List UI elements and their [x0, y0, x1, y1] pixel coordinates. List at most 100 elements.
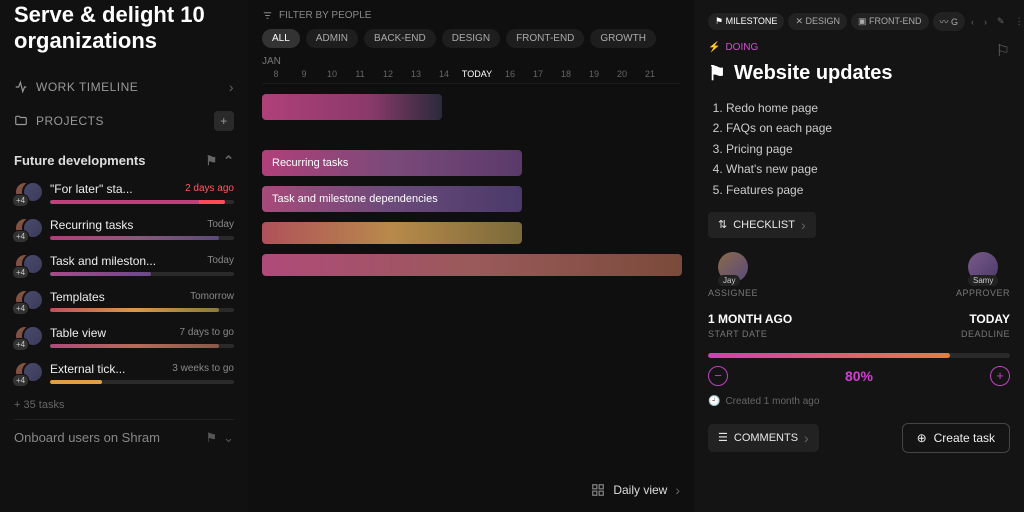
tag-design[interactable]: ✕ DESIGN	[788, 13, 847, 30]
filter-chip[interactable]: DESIGN	[442, 29, 500, 48]
task-name: "For later" sta...	[50, 182, 133, 196]
more-icon[interactable]: ⋮	[1013, 14, 1024, 29]
date-cell[interactable]: 21	[636, 69, 664, 79]
assignee-role: ASSIGNEE	[708, 288, 758, 298]
gantt-bar[interactable]	[262, 94, 442, 120]
checklist-item: What's new page	[726, 159, 1010, 179]
date-cell[interactable]: 10	[318, 69, 346, 79]
progress-increase-button[interactable]: +	[990, 366, 1010, 386]
date-cell[interactable]: TODAY	[458, 69, 496, 79]
task-row[interactable]: +4 External tick...3 weeks to go	[14, 355, 234, 391]
task-time: Today	[207, 219, 234, 230]
project-header[interactable]: Future developments ⚑ ⌃	[14, 147, 234, 175]
detail-title: Website updates	[734, 62, 893, 85]
avatar-stack: +4	[14, 217, 42, 241]
date-cell[interactable]: 16	[496, 69, 524, 79]
create-task-button[interactable]: ⊕ Create task	[902, 423, 1010, 453]
task-row[interactable]: +4 "For later" sta...2 days ago	[14, 175, 234, 211]
date-cell[interactable]: 12	[374, 69, 402, 79]
date-cell[interactable]: 17	[524, 69, 552, 79]
task-name: External tick...	[50, 362, 125, 376]
detail-title-row: ⚑ Website updates	[708, 61, 1010, 86]
gantt-bar[interactable]	[262, 222, 522, 244]
filter-chip[interactable]: BACK-END	[364, 29, 436, 48]
avatar-stack: +4	[14, 253, 42, 277]
progress-decrease-button[interactable]: −	[708, 366, 728, 386]
progress-percent: 80%	[845, 368, 873, 384]
filter-row[interactable]: FILTER BY PEOPLE	[262, 10, 680, 21]
date-cell[interactable]: 14	[430, 69, 458, 79]
chevron-up-icon[interactable]: ⌃	[223, 153, 234, 169]
collapsed-project[interactable]: Onboard users on Shram ⚑ ⌄	[14, 419, 234, 456]
nav-prev-icon[interactable]: ‹	[969, 15, 976, 29]
detail-panel: ⚑ MILESTONE ✕ DESIGN ▣ FRONT-END 〰 G ‹ ›…	[694, 0, 1024, 512]
project-name: Future developments	[14, 153, 145, 168]
progress-controls: − 80% +	[708, 366, 1010, 386]
comments-label: COMMENTS	[734, 432, 798, 444]
plus-circle-icon: ⊕	[917, 431, 927, 445]
date-cell[interactable]: 9	[290, 69, 318, 79]
avatar-stack: +4	[14, 289, 42, 313]
tag-frontend[interactable]: ▣ FRONT-END	[851, 13, 929, 30]
flag-outline-icon[interactable]: ⚐	[996, 41, 1010, 61]
task-time: 3 weeks to go	[172, 363, 234, 374]
filter-icon	[262, 10, 273, 21]
approver[interactable]: Samy APPROVER	[956, 252, 1010, 298]
projects-nav[interactable]: PROJECTS +	[14, 103, 234, 139]
lightning-icon: ⚡	[708, 42, 720, 53]
task-name: Recurring tasks	[50, 218, 133, 232]
date-cell[interactable]: 20	[608, 69, 636, 79]
avatar-stack: +4	[14, 325, 42, 349]
start-date-label: START DATE	[708, 329, 792, 339]
status-pill[interactable]: ⚡ DOING	[708, 42, 758, 53]
date-cell[interactable]: 11	[346, 69, 374, 79]
edit-icon[interactable]: ✎	[995, 14, 1007, 29]
month-label: JAN	[262, 56, 680, 67]
task-time: 7 days to go	[180, 327, 234, 338]
add-project-button[interactable]: +	[214, 111, 234, 131]
avatar: Samy	[968, 252, 998, 282]
task-row[interactable]: +4 Recurring tasks Today	[14, 211, 234, 247]
timeline-panel: FILTER BY PEOPLE ALL ADMIN BACK-END DESIGN F…	[248, 0, 694, 512]
view-toggle[interactable]: Daily view ›	[591, 482, 680, 498]
filter-chip[interactable]: ALL	[262, 29, 300, 48]
date-cell[interactable]: 13	[402, 69, 430, 79]
deadline-label: DEADLINE	[961, 329, 1010, 339]
nav-next-icon[interactable]: ›	[982, 15, 989, 29]
tag-milestone[interactable]: ⚑ MILESTONE	[708, 13, 784, 30]
checklist-button[interactable]: ⇅ CHECKLIST ›	[708, 212, 816, 238]
filter-chip[interactable]: GROWTH	[590, 29, 656, 48]
work-timeline-nav[interactable]: WORK TIMELINE ›	[14, 71, 234, 103]
filter-chip[interactable]: FRONT-END	[506, 29, 584, 48]
view-toggle-label: Daily view	[613, 483, 667, 497]
task-row[interactable]: +4 Task and mileston...Today	[14, 247, 234, 283]
date-info: 1 MONTH AGO START DATE TODAY DEADLINE	[708, 312, 1010, 339]
date-cell[interactable]: 8	[262, 69, 290, 79]
project-section: Future developments ⚑ ⌃ +4 "For later" s…	[14, 147, 234, 419]
checklist-button-label: CHECKLIST	[733, 219, 795, 231]
date-cell[interactable]: 18	[552, 69, 580, 79]
filter-chips: ALL ADMIN BACK-END DESIGN FRONT-END GROWTH	[262, 29, 680, 48]
date-cell[interactable]: 19	[580, 69, 608, 79]
assignee[interactable]: Jay ASSIGNEE	[708, 252, 758, 298]
tag-growth[interactable]: 〰 G	[933, 12, 966, 31]
created-text: Created 1 month ago	[725, 396, 819, 407]
gantt-bar[interactable]: Task and milestone dependencies	[262, 186, 522, 212]
gantt-bar[interactable]	[262, 254, 682, 276]
task-time: 2 days ago	[185, 183, 234, 194]
gantt-area: Recurring tasks Task and milestone depen…	[262, 94, 680, 276]
checklist-item: FAQs on each page	[726, 118, 1010, 138]
detail-tags-row: ⚑ MILESTONE ✕ DESIGN ▣ FRONT-END 〰 G ‹ ›…	[708, 12, 1010, 31]
task-name: Task and mileston...	[50, 254, 156, 268]
grid-icon	[591, 483, 605, 497]
flag-icon[interactable]: ⚑	[205, 153, 217, 169]
task-row[interactable]: +4 Table view 7 days to go	[14, 319, 234, 355]
folder-icon	[14, 114, 28, 128]
comments-button[interactable]: ☰ COMMENTS ›	[708, 424, 819, 452]
task-row[interactable]: +4 TemplatesTomorrow	[14, 283, 234, 319]
approver-role: APPROVER	[956, 288, 1010, 298]
task-name: Table view	[50, 326, 106, 340]
filter-chip[interactable]: ADMIN	[306, 29, 358, 48]
more-tasks-link[interactable]: + 35 tasks	[14, 391, 234, 419]
gantt-bar[interactable]: Recurring tasks	[262, 150, 522, 176]
